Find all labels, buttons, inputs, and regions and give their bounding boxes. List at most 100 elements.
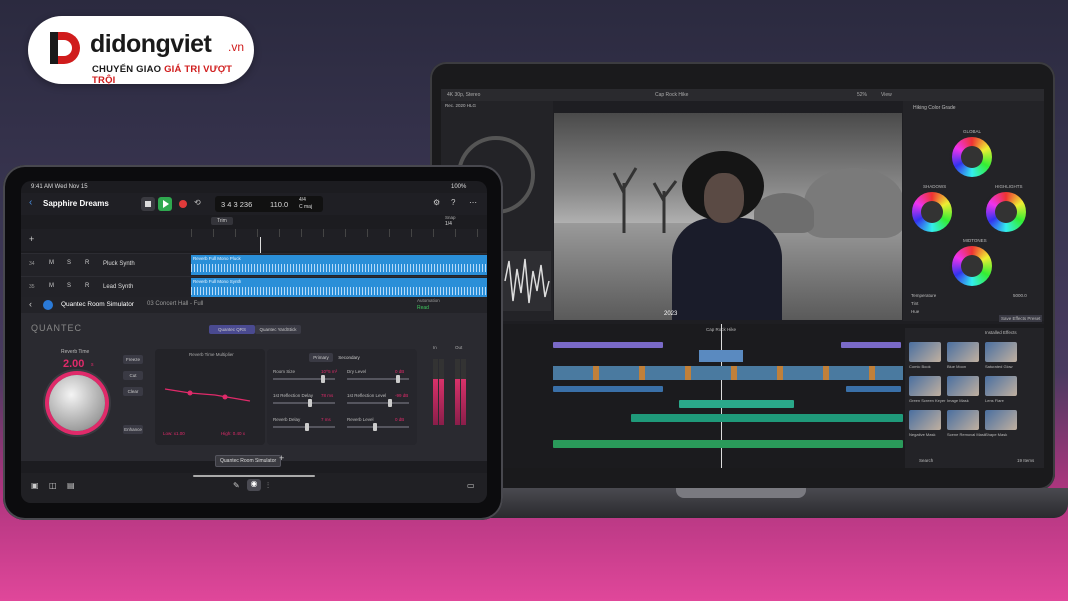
record-button[interactable] [179, 200, 187, 208]
color-wheel-midtones[interactable] [949, 243, 995, 289]
param-hue: Hue [911, 309, 920, 314]
lcd-display[interactable]: 3 4 3 236 110.0 4/4 C maj [215, 196, 323, 212]
mode-secondary[interactable]: Secondary [335, 353, 363, 362]
keyboard-icon[interactable]: ▭ [467, 481, 475, 490]
ruler[interactable] [191, 229, 487, 237]
add-plugin-icon[interactable]: + [279, 453, 284, 463]
effect-thumb-lens-flare[interactable] [985, 376, 1017, 396]
slider-handle[interactable] [387, 399, 392, 407]
mode-primary[interactable]: Primary [309, 353, 333, 362]
plugin-title: Quantec Room Simulator [61, 301, 134, 308]
param-temperature-value[interactable]: 5000.0 [1013, 293, 1027, 298]
smart-controls-icon[interactable]: ◉ [247, 479, 261, 491]
color-wheel-highlights[interactable] [983, 189, 1029, 235]
solo-button[interactable]: S [67, 283, 71, 289]
clear-button[interactable]: Clear [123, 387, 143, 396]
project-title[interactable]: Sapphire Dreams [43, 199, 109, 208]
more-icon[interactable]: ⋯ [469, 198, 477, 207]
tab-quantec-yardstick[interactable]: Quantec YardStick [255, 325, 301, 334]
add-track-icon[interactable]: + [29, 234, 34, 244]
effect-thumb-image-mask[interactable] [947, 376, 979, 396]
effect-thumb-green-screen[interactable] [909, 376, 941, 396]
slider-handle[interactable] [320, 375, 325, 383]
effects-search-input[interactable]: Search [919, 458, 933, 463]
effect-thumb-shape-mask[interactable] [985, 410, 1017, 430]
audio-region[interactable]: Reverb Full Mono Pluck [191, 255, 487, 275]
settings-icon[interactable]: ⚙ [433, 198, 440, 207]
fcp-view-menu[interactable]: View [881, 92, 892, 98]
macbook-notch [676, 488, 806, 498]
track-row[interactable]: 34 M S R Pluck Synth Reverb Full Mono Pl… [21, 253, 487, 276]
primary-storyline[interactable] [553, 366, 903, 380]
plugin-power-icon[interactable] [43, 300, 53, 310]
automation-value[interactable]: Read [417, 305, 429, 311]
param-slider[interactable] [273, 423, 335, 431]
output-meter [455, 359, 460, 425]
pencil-icon[interactable]: ✎ [233, 481, 240, 490]
param-slider[interactable] [347, 399, 409, 407]
solo-button[interactable]: S [67, 260, 71, 266]
fcp-zoom[interactable]: 52% [857, 92, 867, 98]
enhance-button[interactable]: Enhance [123, 425, 143, 434]
mute-button[interactable]: M [49, 283, 54, 289]
high-multiplier: High: 0.40 x [221, 431, 246, 436]
brand-badge[interactable]: didongviet .vn CHUYỂN GIAO GIÁ TRỊ VƯỢT … [28, 16, 254, 86]
play-button[interactable] [158, 197, 172, 211]
reverb-time-knob[interactable] [49, 375, 105, 431]
param-label: Dry Level [347, 369, 367, 374]
effect-thumb-saturated-glow[interactable] [985, 342, 1017, 362]
param-slider[interactable] [273, 375, 335, 383]
browser-icon[interactable]: ◫ [49, 481, 57, 490]
record-enable-button[interactable]: R [85, 260, 89, 266]
lcd-tempo: 110.0 [270, 200, 289, 209]
connected-clip[interactable] [699, 350, 743, 362]
stop-button[interactable] [141, 197, 155, 211]
effect-thumb-blue-moon[interactable] [947, 342, 979, 362]
slider-handle[interactable] [373, 423, 378, 431]
freeze-button[interactable]: Freeze [123, 355, 143, 364]
plugin-window: ‹ Quantec Room Simulator 03 Concert Hall… [21, 297, 487, 461]
library-icon[interactable]: ▣ [31, 481, 39, 490]
rtm-graph[interactable]: Reverb Time Multiplier Low: x1.00 High: … [155, 349, 265, 445]
slider-handle[interactable] [304, 423, 309, 431]
loops-icon[interactable]: ▤ [67, 481, 75, 490]
music-bed-clip[interactable] [631, 414, 903, 422]
param-slider[interactable] [347, 423, 409, 431]
param-slider[interactable] [347, 375, 409, 383]
fcp-timeline[interactable]: Cap Rock Hike Installed Effects Comic Bo… [441, 324, 1044, 468]
snap-value[interactable]: 1/4 [445, 221, 452, 227]
audio-region[interactable]: Reverb Full Mono Synth [191, 278, 487, 298]
mixer-icon[interactable]: ⫶ [267, 481, 269, 491]
plugin-preset[interactable]: 03 Concert Hall - Full [147, 301, 203, 307]
cut-button[interactable]: Cut [123, 371, 143, 380]
help-icon[interactable]: ? [451, 198, 455, 207]
lcd-position: 3 4 3 236 [221, 200, 253, 209]
audio-clip-2[interactable] [846, 386, 901, 392]
plugin-back-icon[interactable]: ‹ [29, 299, 32, 309]
param-slider[interactable] [273, 399, 335, 407]
plugin-slot-tab[interactable]: Quantec Room Simulator [215, 455, 282, 467]
mute-button[interactable]: M [49, 260, 54, 266]
effect-thumb-comic-book[interactable] [909, 342, 941, 362]
param-value: 78 ms [321, 393, 334, 398]
trim-tool-button[interactable]: Trim [211, 217, 233, 225]
audio-clip-1[interactable] [553, 386, 663, 392]
slider-handle[interactable] [396, 375, 401, 383]
save-effects-preset-button[interactable]: Save Effects Preset [999, 315, 1043, 322]
slider-handle[interactable] [307, 399, 312, 407]
color-wheel-shadows[interactable] [909, 189, 955, 235]
fcp-viewer[interactable]: 2023 [554, 113, 902, 320]
viewer-person-body [672, 218, 782, 320]
track-row[interactable]: 35 M S R Lead Synth Reverb Full Mono Syn… [21, 276, 487, 299]
tab-quantec-qrs[interactable]: Quantec QRS [209, 325, 255, 334]
ambience-clip[interactable] [553, 440, 903, 448]
effect-thumb-negative-mask[interactable] [909, 410, 941, 430]
cycle-icon[interactable]: ⟲ [194, 198, 201, 207]
record-enable-button[interactable]: R [85, 283, 89, 289]
color-wheel-global[interactable] [949, 134, 995, 180]
music-clip[interactable] [679, 400, 794, 408]
title-clip[interactable] [553, 342, 663, 348]
back-chevron-icon[interactable]: ‹ [29, 197, 32, 208]
title-clip-2[interactable] [841, 342, 901, 348]
effect-thumb-scene-removal[interactable] [947, 410, 979, 430]
